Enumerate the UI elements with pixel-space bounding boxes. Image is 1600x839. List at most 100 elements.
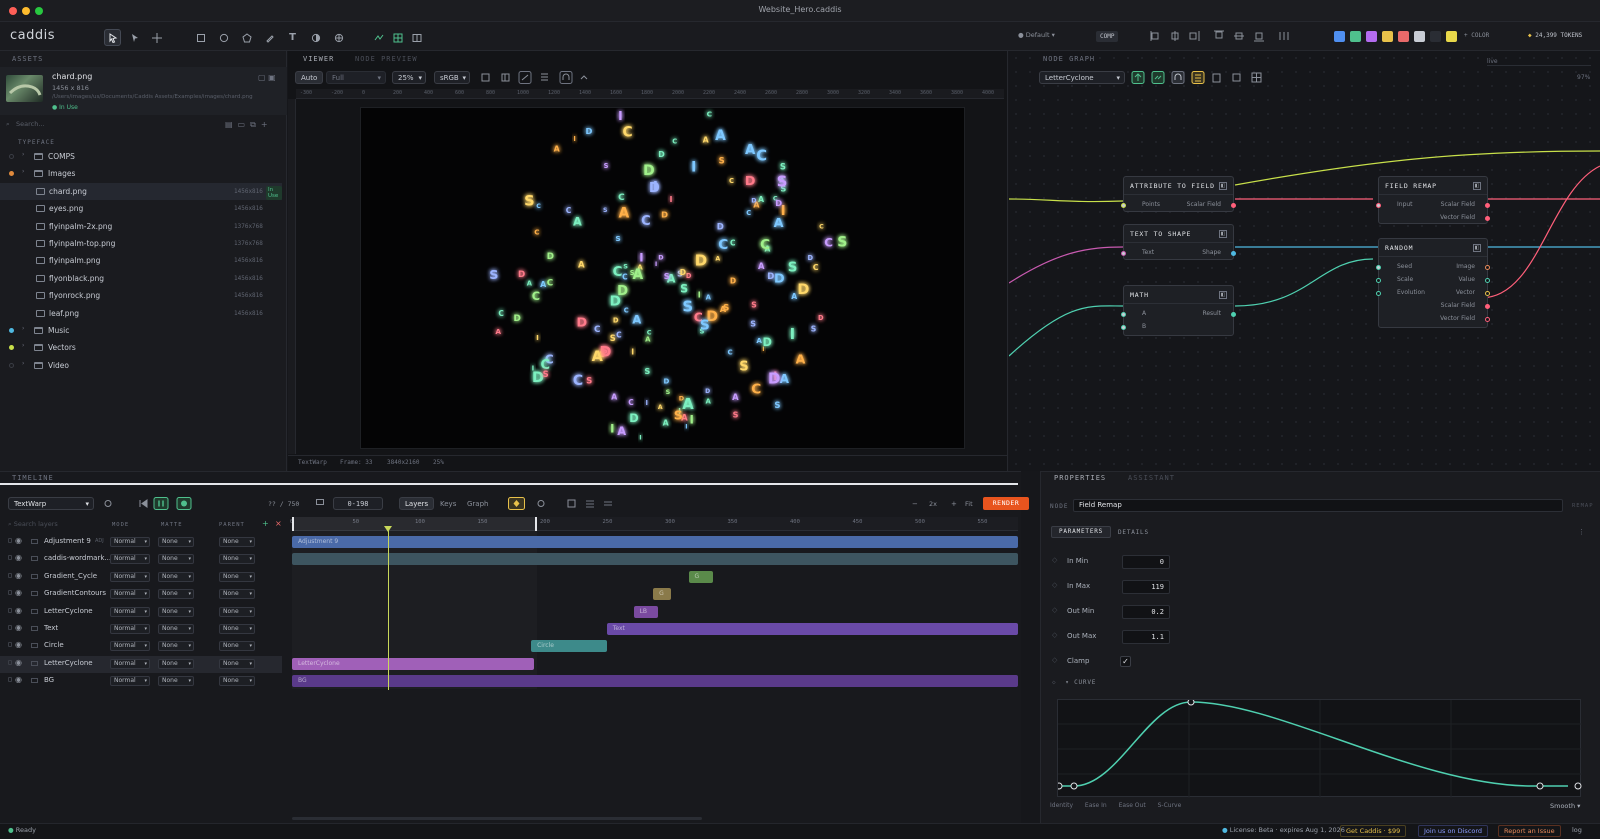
node-collapse-icon[interactable]: ◧ xyxy=(1219,291,1227,299)
fit-button[interactable]: Fit xyxy=(965,500,973,508)
keyframe-diamond-icon[interactable]: ◇ xyxy=(1052,556,1057,564)
subtab-parameters[interactable]: PARAMETERS xyxy=(1051,526,1111,538)
track-clip[interactable]: Text xyxy=(606,623,1018,635)
visibility-eye-icon[interactable]: ◉ xyxy=(15,571,22,580)
clamp-checkbox[interactable]: ✓ xyxy=(1120,656,1131,667)
track-clip[interactable] xyxy=(292,553,1018,566)
layer-mode-select[interactable]: Normal ▾ xyxy=(110,624,150,634)
layer-row[interactable]: ◉ caddis-wordmark... Normal ▾ None ▾ None ▾ xyxy=(0,551,282,568)
layer-row[interactable]: ◉ Gradient_Cycle Normal ▾ None ▾ None ▾ xyxy=(0,569,282,586)
layer-matte-select[interactable]: None ▾ xyxy=(158,658,194,669)
track-clip[interactable]: G xyxy=(653,588,672,601)
layer-parent-select[interactable]: None ▾ xyxy=(219,658,255,669)
asset-file[interactable]: chard.png 1456x816 In Use xyxy=(0,182,282,200)
lock-icon[interactable] xyxy=(8,538,12,543)
track-clip[interactable]: G xyxy=(688,570,713,583)
chevron-right-icon[interactable]: › xyxy=(22,342,24,349)
lock-icon[interactable] xyxy=(8,572,12,578)
visibility-eye-icon[interactable]: ◉ xyxy=(15,588,22,597)
viewer-tools[interactable] xyxy=(480,71,610,84)
polygon-icon[interactable] xyxy=(238,29,255,46)
keyframe-diamond-icon[interactable]: ◇ xyxy=(1052,656,1057,664)
param-value-input[interactable]: 119 xyxy=(1122,580,1170,594)
discord-button[interactable]: Join us on Discord xyxy=(1418,825,1489,837)
mode-graph[interactable]: Graph xyxy=(467,500,488,508)
asset-tools[interactable]: ▤▭⧉+ xyxy=(225,120,273,130)
chevron-right-icon[interactable]: › xyxy=(22,151,24,158)
chevron-right-icon[interactable]: › xyxy=(22,168,24,175)
input-port[interactable] xyxy=(1121,312,1126,317)
track-clip[interactable]: LetterCyclone xyxy=(292,657,534,670)
node-math[interactable]: MATH ◧ A B Result xyxy=(1121,285,1236,336)
layer-parent-select[interactable]: None ▾ xyxy=(219,554,255,565)
chevron-right-icon[interactable]: › xyxy=(22,325,24,332)
color-swatch[interactable] xyxy=(1398,31,1409,42)
lock-icon[interactable] xyxy=(8,607,12,613)
visibility-eye-icon[interactable]: ◉ xyxy=(15,536,22,545)
input-port[interactable] xyxy=(1121,325,1126,330)
asset-action-icons[interactable]: ▢ ▣ xyxy=(258,73,276,82)
viewer-canvas[interactable]: ACDISACDSACIACDSACDSACIDCSAIDSACDSAIDCAC… xyxy=(360,107,965,449)
track-clip[interactable]: BG xyxy=(292,675,1018,688)
visibility-eye-icon[interactable]: ◉ xyxy=(15,658,22,667)
layer-row[interactable]: ◉ LetterCyclone Normal ▾ None ▾ None ▾ xyxy=(0,655,282,673)
mode-keys[interactable]: Keys xyxy=(440,500,456,508)
curve-section[interactable]: ◇ ▾ CURVE xyxy=(1052,679,1096,686)
workspace-select[interactable]: ● Default ▾ xyxy=(1018,31,1055,39)
output-port[interactable] xyxy=(1485,216,1490,221)
asset-file[interactable]: flyinpalm.png 1456x816 xyxy=(0,252,282,269)
tab-properties[interactable]: PROPERTIES xyxy=(1054,474,1106,482)
delete-layer-button[interactable]: × xyxy=(275,519,282,528)
asset-file[interactable]: flyinpalm-2x.png 1376x768 xyxy=(0,218,282,235)
layer-parent-select[interactable]: None ▾ xyxy=(219,589,255,600)
output-port[interactable] xyxy=(1485,265,1490,270)
select-icon[interactable] xyxy=(104,29,121,46)
text-icon[interactable]: T xyxy=(284,29,301,46)
curve-editor[interactable] xyxy=(1055,698,1582,798)
add-layer-button[interactable]: + xyxy=(262,519,269,528)
keyframe-diamond-icon[interactable]: ◇ xyxy=(1052,581,1057,589)
output-port[interactable] xyxy=(1485,317,1490,322)
visibility-eye-icon[interactable]: ◉ xyxy=(15,675,22,684)
output-port[interactable] xyxy=(1485,291,1490,296)
keyframe-diamond-icon[interactable]: ◇ xyxy=(1052,679,1056,686)
tab-viewer[interactable]: VIEWER xyxy=(303,55,334,63)
layer-mode-select[interactable]: Normal ▾ xyxy=(110,554,150,565)
color-swatch[interactable] xyxy=(1382,31,1393,42)
input-port[interactable] xyxy=(1376,203,1381,208)
asset-file[interactable]: flyonblack.png 1456x816 xyxy=(0,270,282,287)
layer-row[interactable]: ◉ GradientContours Normal ▾ None ▾ None ▾ xyxy=(0,586,282,603)
subtab-details[interactable]: DETAILS xyxy=(1118,529,1149,536)
lock-icon[interactable] xyxy=(8,625,12,630)
playhead-handle[interactable] xyxy=(384,526,392,532)
layer-row[interactable]: ◉ BG Normal ▾ None ▾ None ▾ xyxy=(0,673,282,690)
pen-icon[interactable] xyxy=(261,29,278,46)
layer-search[interactable]: ⌕ Search layers xyxy=(8,520,58,529)
color-swatch[interactable] xyxy=(1350,31,1361,42)
curve-mode-select[interactable]: Smooth ▾ xyxy=(1550,802,1580,810)
output-port[interactable] xyxy=(1231,203,1236,208)
asset-folder[interactable]: › Music xyxy=(0,322,282,339)
lock-icon[interactable] xyxy=(8,555,12,561)
asset-file[interactable]: flyinpalm-top.png 1376x768 xyxy=(0,235,282,252)
output-port[interactable] xyxy=(1485,203,1490,208)
work-area-range[interactable] xyxy=(292,517,537,531)
timeline-comp-select[interactable]: TextWarp ▾ xyxy=(8,497,94,510)
layer-mode-select[interactable]: Normal ▾ xyxy=(110,537,150,547)
zoom-select[interactable]: 25% ▾ xyxy=(392,71,426,84)
output-port[interactable] xyxy=(1231,312,1236,317)
keyframe-diamond-icon[interactable]: ◇ xyxy=(1052,606,1057,614)
layer-row[interactable]: ◉ Adjustment 9 ADJ Normal ▾ None ▾ None ▾ xyxy=(0,534,282,551)
quality-select[interactable]: Full ▾ xyxy=(326,71,386,84)
log-button[interactable]: log xyxy=(1572,826,1582,834)
output-port[interactable] xyxy=(1485,304,1490,309)
layer-matte-select[interactable]: None ▾ xyxy=(158,606,194,617)
node-random[interactable]: RANDOM ◧ Seed Scale Evolution Image Value Vecto… xyxy=(1376,238,1490,328)
track-clip[interactable]: Circle xyxy=(531,640,607,653)
track-clip[interactable]: LB xyxy=(633,605,658,618)
lock-icon[interactable] xyxy=(8,659,12,665)
layer-parent-select[interactable]: None ▾ xyxy=(219,606,255,617)
node-remap[interactable]: FIELD REMAP ◧ Input Scalar Field Vector Fiel… xyxy=(1376,176,1490,224)
graph-icon[interactable] xyxy=(370,29,387,46)
input-port[interactable] xyxy=(1376,265,1381,270)
